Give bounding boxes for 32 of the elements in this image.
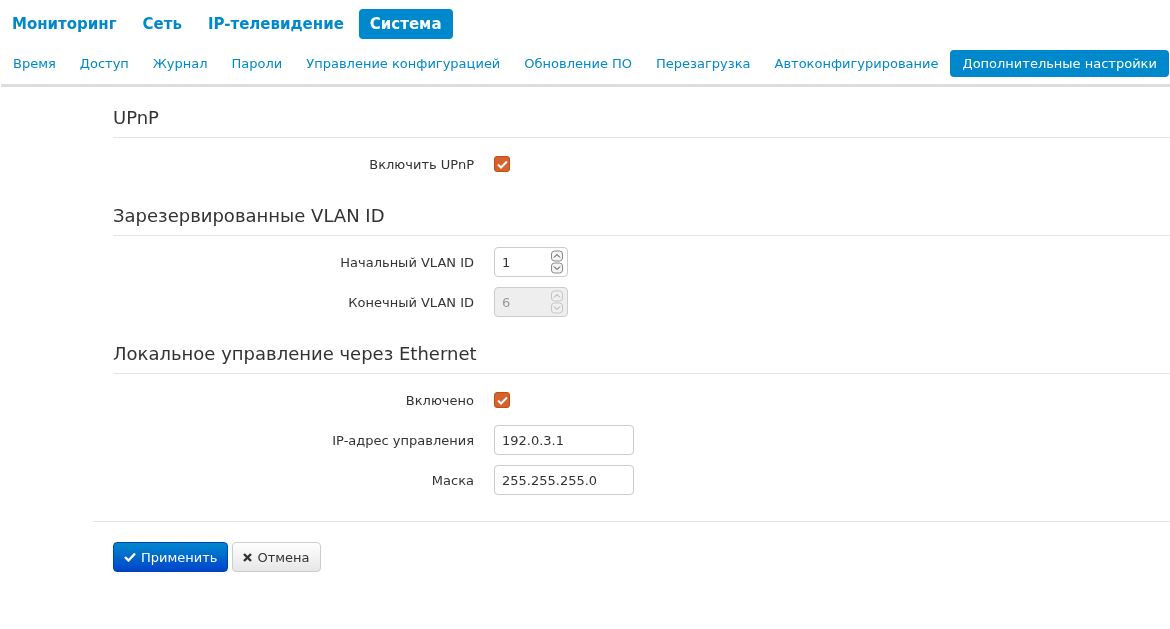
number-field[interactable]: 1 — [494, 247, 568, 277]
spinner-arrows-icon[interactable] — [551, 250, 563, 274]
checkbox[interactable] — [494, 156, 510, 172]
sub-tab[interactable]: Управление конфигурацией — [294, 50, 513, 77]
sub-tab[interactable]: Время — [1, 50, 68, 77]
sub-tab[interactable]: Перезагрузка — [644, 50, 763, 77]
nav-tab[interactable]: Мониторинг — [1, 9, 128, 39]
field-label: Включить UPnP — [368, 156, 475, 172]
nav-tab[interactable]: Система — [358, 9, 453, 39]
section-title: Локальное управление через Ethernet — [113, 343, 1170, 374]
cancel-button[interactable]: Отмена — [232, 542, 321, 572]
section-title: UPnP — [113, 107, 1170, 138]
apply-button[interactable]: Применить — [113, 542, 229, 572]
nav-tab[interactable]: Сеть — [131, 9, 193, 39]
checkmark-icon — [124, 552, 136, 562]
sub-tab[interactable]: Дополнительные настройки — [950, 50, 1169, 77]
field-label: Начальный VLAN ID — [339, 254, 475, 270]
field-label: Конечный VLAN ID — [347, 294, 475, 310]
field-label: IP-адрес управления — [331, 432, 475, 448]
section-title: Зарезервированные VLAN ID — [113, 205, 1170, 236]
sub-tab[interactable]: Автоконфигурирование — [762, 50, 951, 77]
input-field[interactable]: 255.255.255.0 — [494, 465, 634, 495]
sub-tab[interactable]: Доступ — [67, 50, 141, 77]
sub-tab[interactable]: Обновление ПО — [512, 50, 645, 77]
close-icon — [243, 552, 253, 562]
field-label: Маска — [430, 472, 475, 488]
field-label: Включено — [404, 392, 475, 408]
nav-tab[interactable]: IP-телевидение — [196, 9, 355, 39]
checkbox[interactable] — [494, 392, 510, 408]
sub-tab[interactable]: Пароли — [219, 50, 295, 77]
sub-tab[interactable]: Журнал — [140, 50, 220, 77]
input-field[interactable]: 192.0.3.1 — [494, 425, 634, 455]
